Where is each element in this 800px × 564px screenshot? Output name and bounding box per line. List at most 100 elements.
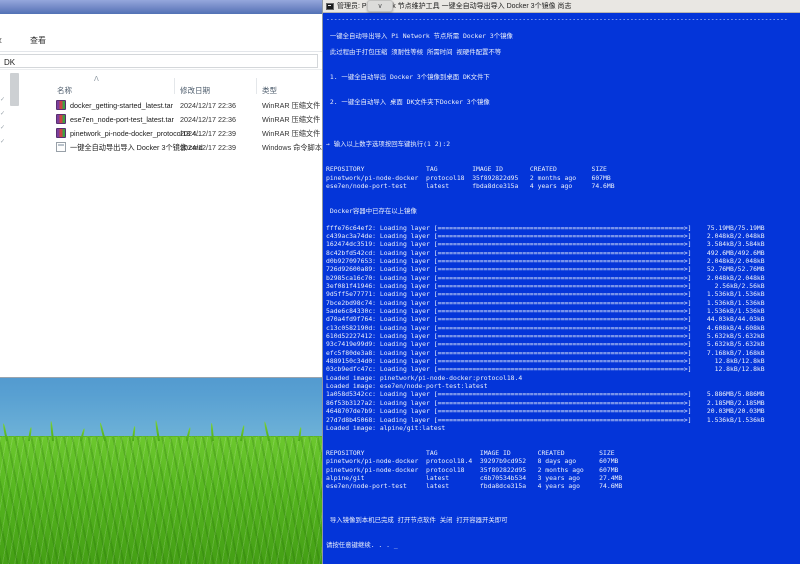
terminal-line: REPOSITORY TAG IMAGE ID CREATED SIZE [326,449,800,457]
winrar-archive-icon [56,128,66,138]
terminal-line [326,199,800,207]
column-divider[interactable] [174,78,175,94]
pin-icon: ✓ [0,96,5,103]
file-row[interactable]: pinetwork_pi-node-docker_protocol18.4...… [50,126,322,140]
file-type: WinRAR 压缩文件 [262,115,320,125]
column-headers: ᐱ 名称 修改日期 类型 [50,76,322,96]
file-date: 2024/12/17 22:39 [180,129,236,138]
terminal-line: d0b927097653: Loading layer [===========… [326,257,800,265]
pin-icon: ✓ [0,124,5,131]
grass-blade [99,422,106,441]
terminal-line: c439ac3a74de: Loading layer [===========… [326,232,800,240]
terminal-output[interactable]: ----------------------------------------… [323,13,800,549]
terminal-titlebar[interactable]: 管理员: Pi Network 节点维护工具 一键全自动导出导入 Docker … [323,0,800,13]
terminal-line: 1. 一键全自动导出 Docker 3个镜像到桌面 DK文件下 [326,73,800,81]
file-explorer-window: 享 查看 DK ✓ ✓ ✓ ✓ ᐱ 名称 修改日期 类型 [0,0,322,378]
terminal-line: 93c7419e99d9: Loading layer [===========… [326,340,800,348]
terminal-line: fffe76c64ef2: Loading layer [===========… [326,224,800,232]
grass-blade [186,427,191,441]
terminal-line: 8c42bfd542cd: Loading layer [===========… [326,249,800,257]
terminal-line: 7bce2bd98c74: Loading layer [===========… [326,299,800,307]
terminal-line: 1a058d5342cc: Loading layer [===========… [326,390,800,398]
terminal-line: b2985ca16c70: Loading layer [===========… [326,274,800,282]
file-date: 2024/12/17 22:36 [180,101,236,110]
terminal-line: 导入镜像到本机已完成 打开节点软件 关闭 打开容器开关即可 [326,516,800,524]
terminal-line [326,524,800,532]
column-divider[interactable] [256,78,257,94]
file-type: Windows 命令脚本 [262,143,322,153]
terminal-line [326,90,800,98]
terminal-line: 03cb9edfc47c: Loading layer [===========… [326,365,800,373]
sort-ascending-icon: ᐱ [94,75,99,83]
terminal-line: 此过程由于打包压缩 须耐性等候 所需时间 视硬件配置不等 [326,48,800,56]
grass-blade [28,427,32,441]
file-row[interactable]: 一键全自动导出导入 Docker 3个镜像.cmd2024/12/17 22:3… [50,140,322,154]
terminal-line [326,499,800,507]
terminal-line [326,132,800,140]
file-type: WinRAR 压缩文件 [262,101,320,111]
grass-blade [2,423,8,441]
terminal-line: c13c0582190d: Loading layer [===========… [326,324,800,332]
terminal-line: 162474dc3519: Loading layer [===========… [326,240,800,248]
pin-icon: ✓ [0,110,5,117]
terminal-line: ese7en/node-port-test latest fbda8dce315… [326,482,800,490]
terminal-line [326,190,800,198]
terminal-line: Loaded image: pinetwork/pi-node-docker:p… [326,374,800,382]
file-row[interactable]: docker_getting-started_latest.tar 2024/12… [50,98,322,112]
menu-tab-share-partial[interactable]: 享 [0,36,2,47]
terminal-line: 9d5ff5e77771: Loading layer [===========… [326,290,800,298]
column-header-type[interactable]: 类型 [262,85,277,96]
address-input[interactable]: DK [0,54,318,68]
file-name: docker_getting-started_latest.tar [70,101,173,110]
winrar-archive-icon [56,114,66,124]
terminal-line: 4889150c34d0: Loading layer [===========… [326,357,800,365]
terminal-line: Loaded image: alpine/git:latest [326,424,800,432]
cmd-script-icon [56,142,66,152]
explorer-addressbar: DK [0,52,322,70]
terminal-line: Loaded image: ese7en/node-port-test:late… [326,382,800,390]
terminal-line: REPOSITORY TAG IMAGE ID CREATED SIZE [326,165,800,173]
screen: 享 查看 DK ✓ ✓ ✓ ✓ ᐱ 名称 修改日期 类型 [0,0,800,564]
terminal-window: 管理员: Pi Network 节点维护工具 一键全自动导出导入 Docker … [322,0,800,564]
terminal-line: → 输入以上数字选项按回车键执行(1 2):2 [326,140,800,148]
grass-blade [50,421,54,441]
column-header-name[interactable]: 名称 [57,85,72,96]
terminal-line: pinetwork/pi-node-docker protocol18 35f8… [326,174,800,182]
terminal-line [326,149,800,157]
wallpaper-grass [0,436,322,564]
winrar-archive-icon [56,100,66,110]
terminal-line [326,441,800,449]
nav-pane-scrollbar[interactable] [10,73,19,106]
overlay-dropdown-chip[interactable]: ∨ [367,0,393,12]
terminal-line: efc5f80de3a8: Loading layer [===========… [326,349,800,357]
file-date: 2024/12/17 22:36 [180,115,236,124]
terminal-line: 一键全自动导出导入 Pi Network 节点所需 Docker 3个镜像 [326,32,800,40]
grass-blade [298,427,302,441]
terminal-line: 4648707de7b9: Loading layer [===========… [326,407,800,415]
pin-icon: ✓ [0,138,5,145]
grass-blade [80,428,85,441]
terminal-line: pinetwork/pi-node-docker protocol18.4 39… [326,457,800,465]
column-header-date[interactable]: 修改日期 [180,85,210,96]
explorer-file-list-area: ✓ ✓ ✓ ✓ ᐱ 名称 修改日期 类型 docker_getting-star… [0,70,322,378]
grass-blade [264,421,270,441]
terminal-line [326,157,800,165]
terminal-line: ----------------------------------------… [326,15,800,23]
explorer-titlebar[interactable] [0,0,322,14]
file-date: 2024/12/17 22:39 [180,143,236,152]
desktop-left: 享 查看 DK ✓ ✓ ✓ ✓ ᐱ 名称 修改日期 类型 [0,0,322,564]
terminal-line [326,107,800,115]
terminal-line [326,65,800,73]
terminal-line [326,40,800,48]
terminal-line: alpine/git latest c6b70534b534 3 years a… [326,474,800,482]
terminal-line [326,82,800,90]
terminal-line: 610d52227412: Loading layer [===========… [326,332,800,340]
file-list: docker_getting-started_latest.tar 2024/12… [50,98,322,154]
terminal-line: Docker容器中已存在以上镜像 [326,207,800,215]
file-name: ese7en_node-port-test_latest.tar [70,115,174,124]
menu-tab-view[interactable]: 查看 [30,35,46,46]
terminal-line [326,215,800,223]
cmd-icon [326,3,334,10]
file-row[interactable]: ese7en_node-port-test_latest.tar 2024/12/… [50,112,322,126]
terminal-line: ese7en/node-port-test latest fbda8dce315… [326,182,800,190]
